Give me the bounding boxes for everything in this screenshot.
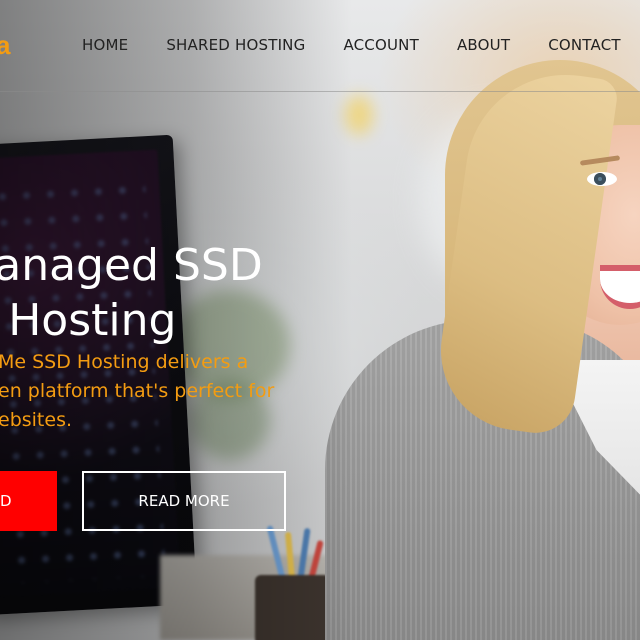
hero-subtext-line: ebsites.: [0, 409, 73, 431]
nav-account[interactable]: ACCOUNT: [343, 36, 419, 54]
site-logo[interactable]: a: [0, 30, 10, 61]
read-more-button[interactable]: READ MORE: [82, 471, 286, 531]
nav-shared-hosting[interactable]: SHARED HOSTING: [166, 36, 305, 54]
hero-headline-line: l Hosting: [0, 295, 177, 346]
nav-home[interactable]: HOME: [82, 36, 128, 54]
primary-cta-button[interactable]: D: [0, 471, 57, 531]
nav-contact[interactable]: CONTACT: [548, 36, 621, 54]
hero-headline-line: lanaged SSD: [0, 240, 263, 291]
hero-headline: lanaged SSD l Hosting: [0, 238, 263, 348]
hero-subtext: Me SSD Hosting delivers a en platform th…: [0, 348, 274, 435]
site-header: a HOME SHARED HOSTING ACCOUNT ABOUT CONT…: [0, 0, 640, 92]
hero-subtext-line: Me SSD Hosting delivers a: [0, 351, 249, 373]
nav-about[interactable]: ABOUT: [457, 36, 510, 54]
hero-subtext-line: en platform that's perfect for: [0, 380, 275, 402]
main-nav: HOME SHARED HOSTING ACCOUNT ABOUT CONTAC…: [82, 36, 640, 54]
